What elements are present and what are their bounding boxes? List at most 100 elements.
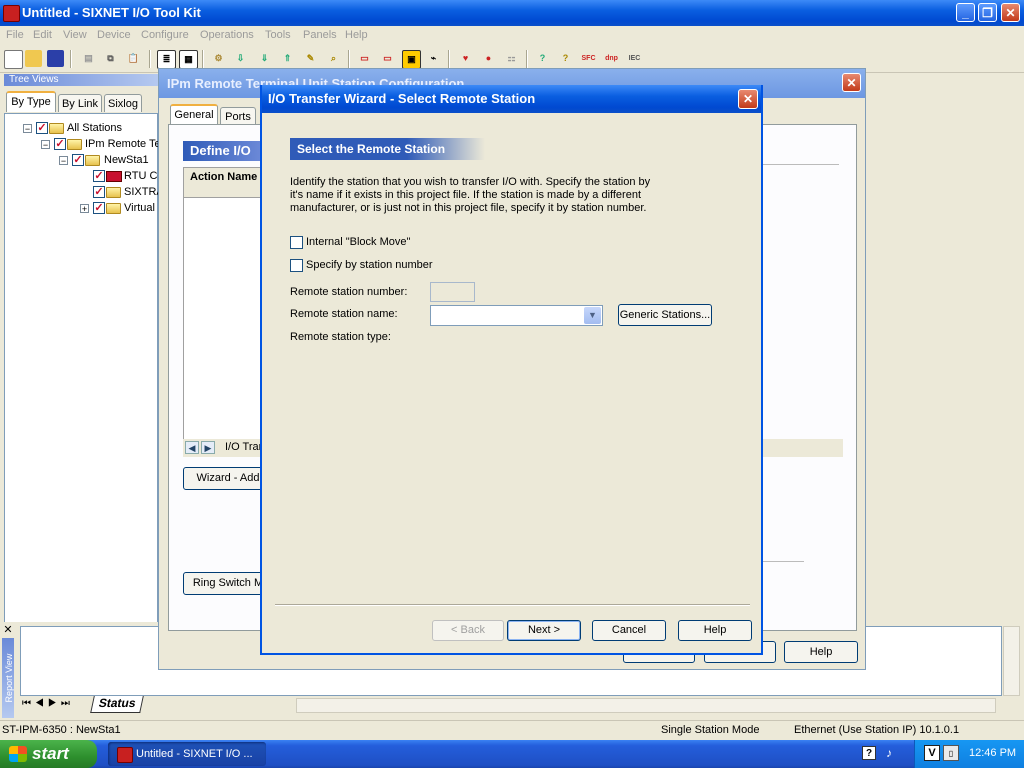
clock[interactable]: 12:46 PM xyxy=(969,747,1016,759)
rtu-close-button[interactable]: ✕ xyxy=(842,73,861,92)
menu-file[interactable]: File xyxy=(6,29,24,41)
tab-ports[interactable]: Ports xyxy=(220,107,256,125)
download-icon[interactable]: ⇩ xyxy=(232,50,249,67)
specify-by-number-checkbox[interactable] xyxy=(290,259,303,272)
wizard-section-header: Select the Remote Station xyxy=(290,138,485,160)
tree-node-all-stations[interactable]: All Stations xyxy=(67,121,122,135)
tab-by-link[interactable]: By Link xyxy=(58,94,102,112)
tree-node-ipm-remote[interactable]: IPm Remote Te xyxy=(85,137,161,151)
chip-icon[interactable]: ▣ xyxy=(402,50,421,69)
app-icon[interactable] xyxy=(3,5,20,22)
card-icon[interactable]: ♥ xyxy=(457,50,474,67)
tab-by-type[interactable]: By Type xyxy=(6,91,56,112)
wizard-description-line: it's name if it exists in this project f… xyxy=(290,189,642,201)
grid-view-icon[interactable]: ▦ xyxy=(179,50,198,69)
new-file-icon[interactable] xyxy=(4,50,23,69)
checkbox-icon[interactable]: ✓ xyxy=(93,170,105,182)
tab-status[interactable]: Status xyxy=(90,696,144,713)
checkbox-icon[interactable]: ✓ xyxy=(93,202,105,214)
specify-by-number-label[interactable]: Specify by station number xyxy=(306,259,433,271)
tree-node-newsta1[interactable]: NewSta1 xyxy=(104,153,149,167)
dnp-icon[interactable]: dnp xyxy=(603,50,620,67)
start-button[interactable]: start xyxy=(0,740,97,768)
scroll-right-icon[interactable]: ▶ xyxy=(201,441,215,454)
internal-block-move-checkbox[interactable] xyxy=(290,236,303,249)
internal-block-move-label[interactable]: Internal "Block Move" xyxy=(306,236,410,248)
tree-node-virtual[interactable]: Virtual I xyxy=(124,201,161,215)
wizard-close-button[interactable]: ✕ xyxy=(738,89,758,109)
menu-device[interactable]: Device xyxy=(97,29,131,41)
close-button[interactable]: ✕ xyxy=(1001,3,1020,22)
taskbar-button-sixnet[interactable]: Untitled - SIXNET I/O ... xyxy=(108,742,266,766)
rtu-help-button[interactable]: Help xyxy=(784,641,858,663)
checkbox-icon[interactable]: ✓ xyxy=(36,122,48,134)
taskbar: start Untitled - SIXNET I/O ... ? ♪ V ▯ … xyxy=(0,740,1024,768)
scroll-left-icon[interactable]: ◀ xyxy=(185,441,199,454)
report-panel-caption: Report View xyxy=(4,653,14,703)
menu-panels[interactable]: Panels xyxy=(303,29,337,41)
windows-logo-icon xyxy=(9,746,27,762)
expand-icon[interactable]: + xyxy=(80,204,89,214)
help-tray-icon[interactable]: ? xyxy=(862,746,876,760)
station-scan-icon[interactable]: ⚙ xyxy=(210,50,227,67)
help-icon[interactable]: ? xyxy=(557,50,574,67)
menu-operations[interactable]: Operations xyxy=(200,29,254,41)
tab-general[interactable]: General xyxy=(170,104,218,125)
collapse-icon[interactable]: − xyxy=(59,156,68,166)
column-header-action-name[interactable]: Action Name xyxy=(184,168,262,198)
load-icon[interactable]: ⇓ xyxy=(256,50,273,67)
module-icon[interactable]: ▭ xyxy=(356,50,373,67)
menu-configure[interactable]: Configure xyxy=(141,29,189,41)
rtu-device-icon xyxy=(106,171,122,182)
tab-io-transfer[interactable]: I/O Tran xyxy=(225,441,265,453)
help-button[interactable]: Help xyxy=(678,620,752,641)
tab-sixlog[interactable]: Sixlog xyxy=(104,94,142,112)
vertical-scrollbar[interactable] xyxy=(1003,626,1020,696)
volume-icon[interactable]: ♪ xyxy=(886,746,892,760)
checkbox-icon[interactable]: ✓ xyxy=(93,186,105,198)
action-list[interactable]: Action Name xyxy=(183,167,263,447)
list-view-icon[interactable]: ≣ xyxy=(157,50,176,69)
station-tree[interactable]: − ✓ All Stations − ✓ IPm Remote Te − ✓ N… xyxy=(4,113,164,678)
menu-edit[interactable]: Edit xyxy=(33,29,52,41)
edit-icon[interactable]: ✎ xyxy=(302,50,319,67)
restore-button[interactable]: ❐ xyxy=(978,3,997,22)
copy-icon[interactable]: ⧉ xyxy=(102,50,119,67)
checkbox-icon[interactable]: ✓ xyxy=(72,154,84,166)
back-button[interactable]: < Back xyxy=(432,620,504,641)
generic-stations-button[interactable]: Generic Stations... xyxy=(618,304,712,326)
remote-station-number-input[interactable] xyxy=(430,282,475,302)
module-alt-icon[interactable]: ▭ xyxy=(379,50,396,67)
bomb-icon[interactable]: ● xyxy=(480,50,497,67)
close-icon[interactable]: ✕ xyxy=(2,624,14,636)
next-button[interactable]: Next > xyxy=(507,620,581,641)
chevron-down-icon[interactable]: ▼ xyxy=(584,307,601,324)
menu-view[interactable]: View xyxy=(63,29,87,41)
open-folder-icon[interactable] xyxy=(25,50,42,67)
network-tray-icon[interactable]: ▯ xyxy=(943,745,959,761)
app-title: Untitled - SIXNET I/O Tool Kit xyxy=(22,5,201,20)
collapse-icon[interactable]: − xyxy=(41,140,50,150)
whats-this-help-icon[interactable]: ? xyxy=(534,50,551,67)
menu-tools[interactable]: Tools xyxy=(265,29,291,41)
minimize-button[interactable]: _ xyxy=(956,3,975,22)
sheet-nav-arrows-icon[interactable]: ⏮◀▶⏭ xyxy=(22,698,74,709)
vmware-tray-icon[interactable]: V xyxy=(924,745,940,761)
folder-icon xyxy=(106,203,121,214)
menu-help[interactable]: Help xyxy=(345,29,368,41)
find-icon[interactable]: ⌕ xyxy=(325,50,342,67)
io-icon[interactable]: ⚏ xyxy=(503,50,520,67)
name-icon[interactable]: ▤ xyxy=(80,50,97,67)
horizontal-scrollbar[interactable] xyxy=(296,698,996,713)
tool-icon[interactable]: ⌁ xyxy=(425,50,442,67)
remote-station-name-select[interactable]: ▼ xyxy=(430,305,603,326)
wizard-title-bar: I/O Transfer Wizard - Select Remote Stat… xyxy=(262,85,761,113)
iec-icon[interactable]: IEC xyxy=(626,50,643,67)
save-disk-icon[interactable] xyxy=(47,50,64,67)
checkbox-icon[interactable]: ✓ xyxy=(54,138,66,150)
paste-icon[interactable]: 📋 xyxy=(125,50,142,67)
upload-icon[interactable]: ⇑ xyxy=(279,50,296,67)
collapse-icon[interactable]: − xyxy=(23,124,32,134)
sfc-icon[interactable]: SFC xyxy=(580,50,597,67)
cancel-button[interactable]: Cancel xyxy=(592,620,666,641)
